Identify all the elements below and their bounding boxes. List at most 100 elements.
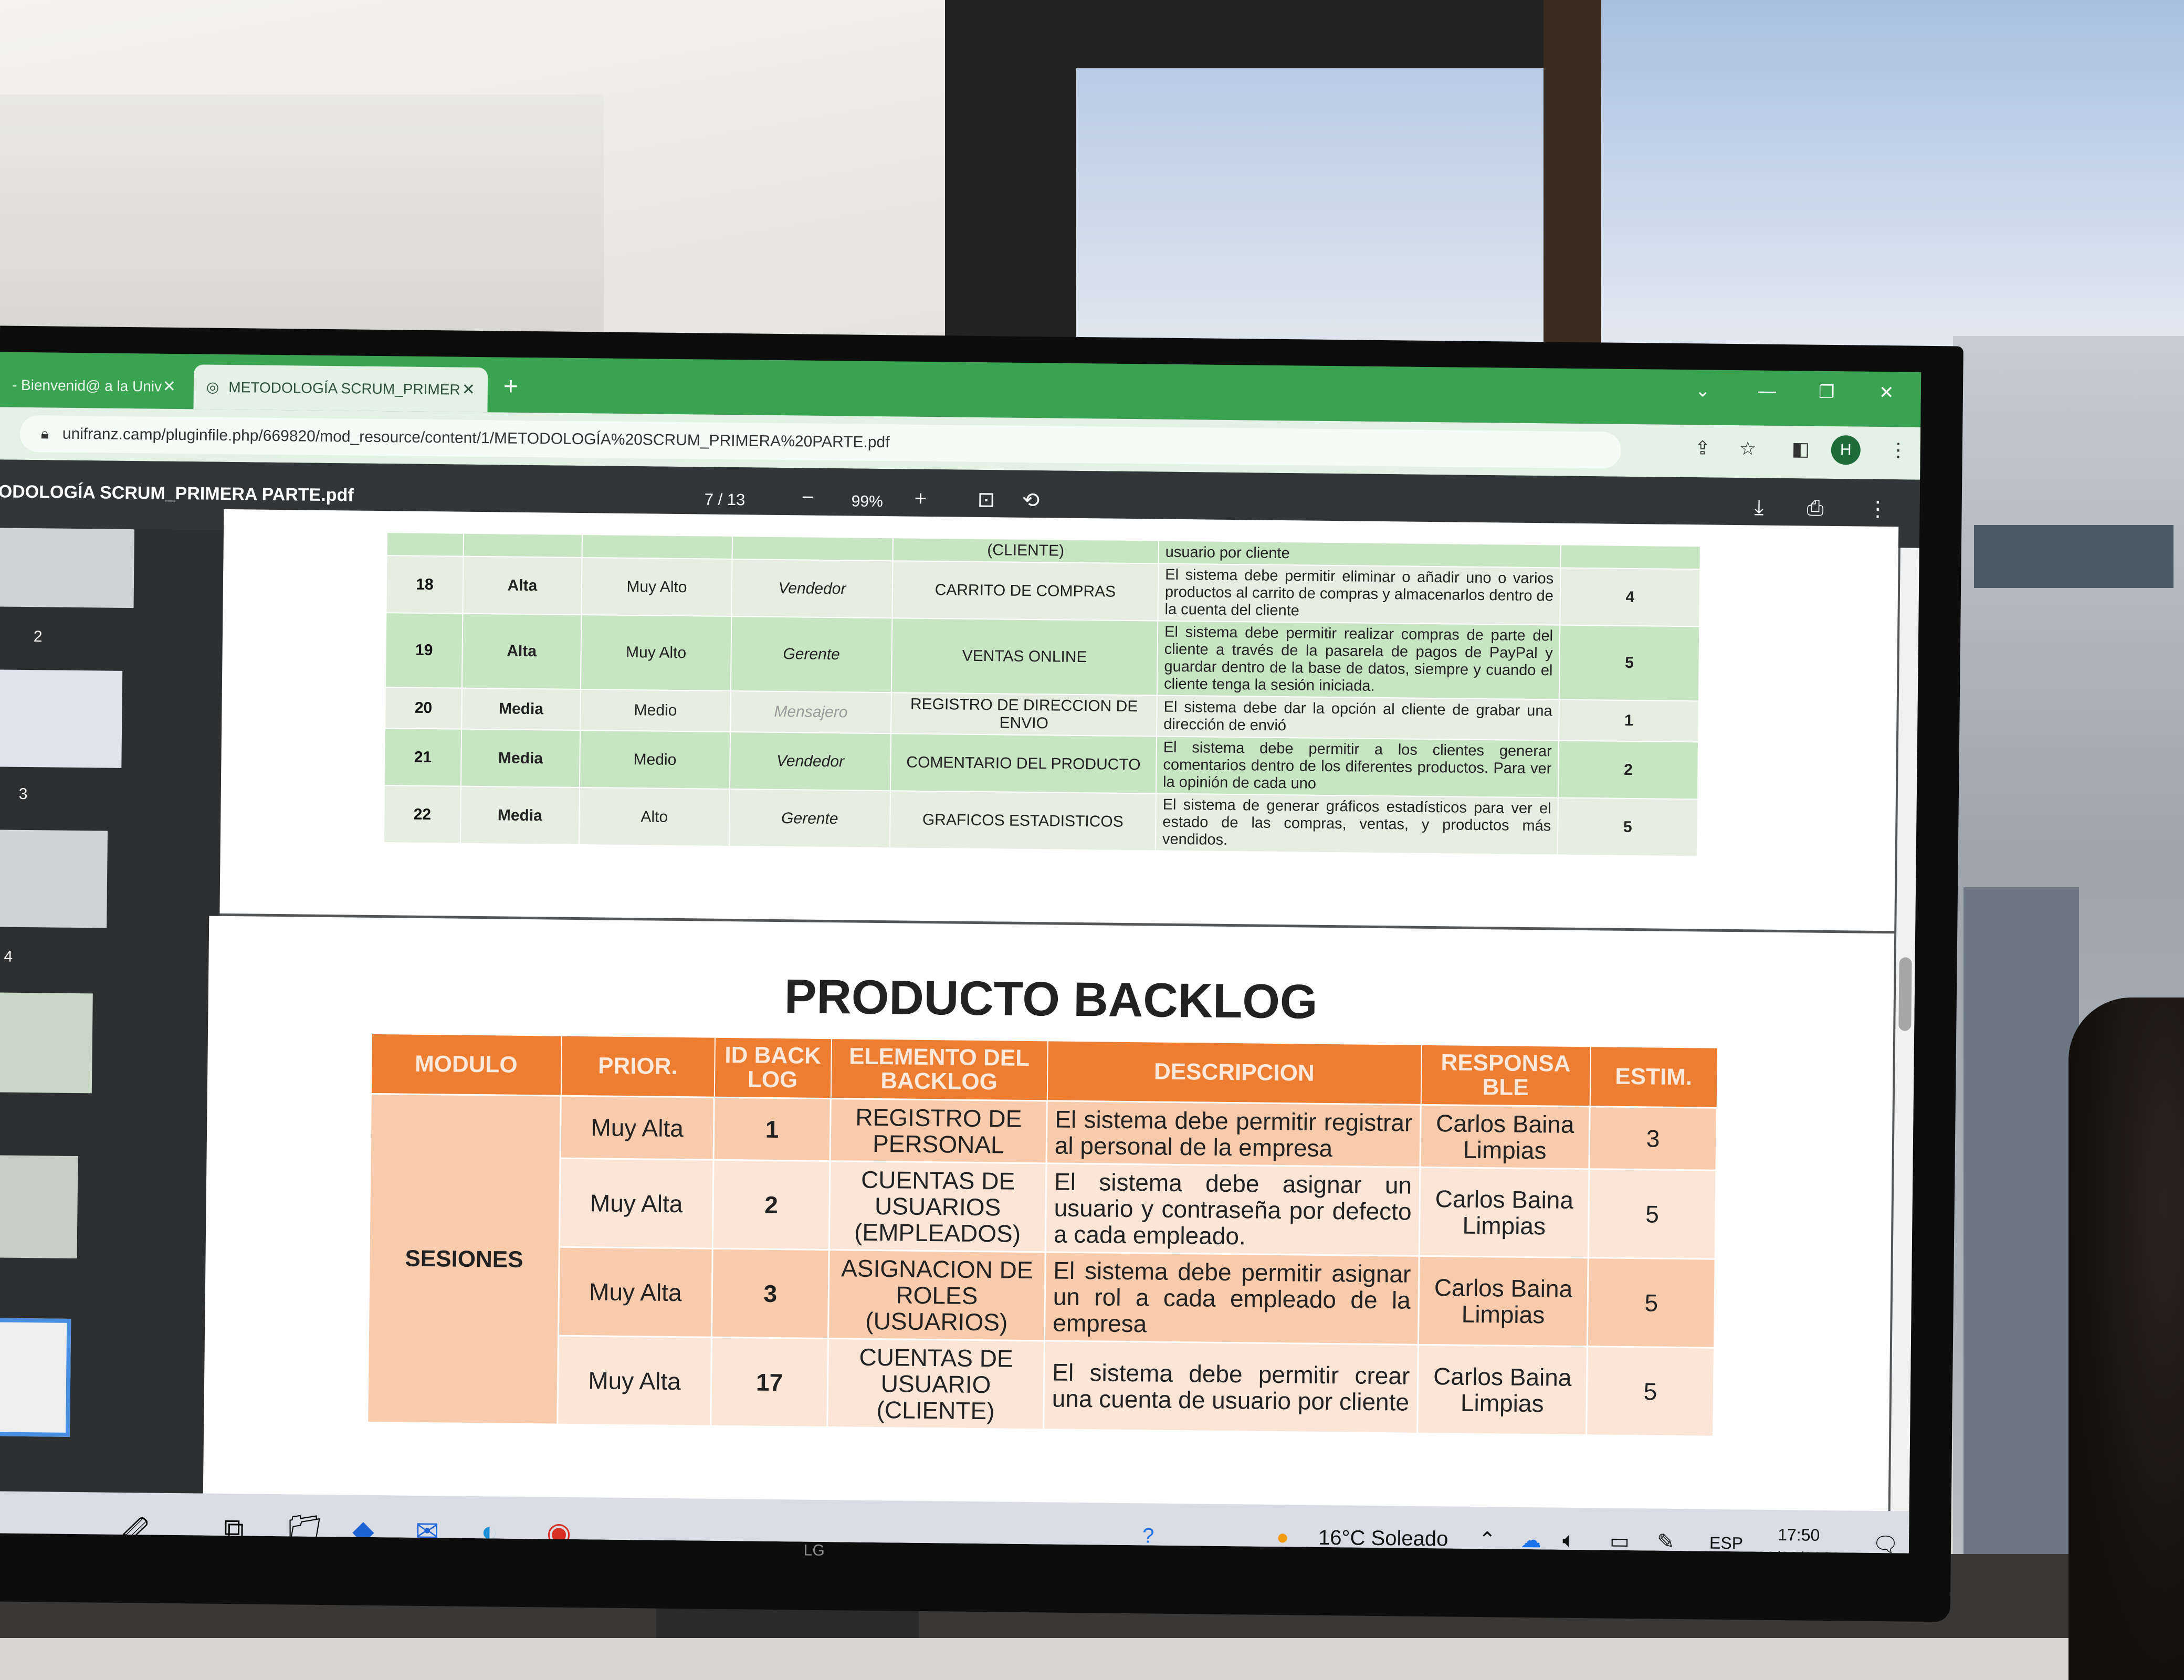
rotate-icon[interactable]: ⟲	[1022, 488, 1040, 512]
tab-label: METODOLOGÍA SCRUM_PRIMER	[228, 379, 460, 398]
chevron-down-icon[interactable]: ⌄	[1695, 380, 1710, 401]
mail-icon[interactable]: ✉	[415, 1515, 439, 1548]
row-impact: Alto	[579, 788, 730, 847]
onedrive-icon[interactable]: ☁	[1520, 1528, 1541, 1552]
thumbnail-number: 2	[33, 628, 43, 646]
tab-metodologia-scrum[interactable]: ◎ METODOLOGÍA SCRUM_PRIMER ✕	[193, 364, 488, 413]
notifications-icon[interactable]: 🗨︎	[1872, 1532, 1899, 1553]
zoom-out-icon[interactable]: −	[802, 486, 814, 509]
row-id: 19	[385, 613, 463, 688]
row-id: 22	[383, 785, 461, 844]
close-icon[interactable]: ✕	[163, 377, 176, 396]
page-title: PRODUCTO BACKLOG	[784, 970, 1318, 1029]
row-priority: Muy Alta	[559, 1158, 714, 1249]
file-explorer-icon[interactable]: 📁︎	[287, 1513, 323, 1547]
page-thumbnail[interactable]	[0, 830, 108, 928]
clock[interactable]: 17:50 23/08/2023	[1756, 1523, 1841, 1553]
row-id: 2	[712, 1160, 831, 1250]
row-estimate: 5	[1586, 1346, 1715, 1437]
row-role: Vendedor	[729, 732, 891, 791]
row-impact: Muy Alto	[581, 558, 732, 617]
url-text: unifranz.camp/pluginfile.php/669820/mod_…	[62, 425, 890, 452]
row-priority: Alta	[463, 556, 582, 615]
page-thumbnail-selected[interactable]	[0, 1318, 71, 1437]
chevron-up-icon[interactable]: ⌃	[1478, 1528, 1496, 1552]
tab-label: - Bienvenid@ a la Univ	[12, 376, 162, 395]
pen-icon[interactable]: ✎	[1657, 1530, 1675, 1553]
fit-page-icon[interactable]: ⊡	[977, 488, 995, 512]
window-sky	[1601, 0, 2184, 346]
side-panel-icon[interactable]: ◧	[1792, 438, 1810, 460]
row-description: El sistema debe permitir crear una cuent…	[1043, 1340, 1419, 1434]
battery-icon[interactable]: ▭	[1610, 1529, 1630, 1553]
scroll-thumb[interactable]	[1898, 957, 1912, 1031]
row-description: El sistema debe permitir registrar al pe…	[1046, 1100, 1421, 1168]
tab-bienvenida[interactable]: - Bienvenid@ a la Univ ✕	[0, 362, 188, 409]
row-description: El sistema debe permitir eliminar o añad…	[1158, 563, 1561, 625]
row-responsible: Carlos Baina Limpias	[1420, 1105, 1590, 1169]
avatar[interactable]: H	[1831, 435, 1861, 465]
row-role: Gerente	[729, 789, 890, 848]
dropbox-icon[interactable]: ◆	[352, 1514, 374, 1547]
kebab-menu-icon[interactable]: ⋮	[1889, 439, 1908, 461]
task-view-icon[interactable]: ⧉	[224, 1513, 244, 1546]
volume-icon[interactable]: 🔈︎	[1562, 1529, 1575, 1552]
page-thumbnail[interactable]	[0, 669, 123, 768]
time: 17:50	[1778, 1525, 1820, 1545]
monitor: - Bienvenid@ a la Univ ✕ ◎ METODOLOGÍA S…	[0, 326, 1964, 1622]
pdf-title: ODOLOGÍA SCRUM_PRIMERA PARTE.pdf	[0, 481, 354, 506]
pdf-page: PRODUCTO BACKLOG MODULO PRIOR. ID BACK L…	[202, 916, 1895, 1553]
row-estimate: 4	[1560, 568, 1700, 627]
table-row: Muy Alta 17 CUENTAS DE USUARIO (CLIENTE)…	[368, 1334, 1715, 1437]
star-icon[interactable]: ☆	[1739, 437, 1757, 459]
row-role: Mensajero	[730, 691, 891, 734]
page-thumbnail[interactable]	[0, 1155, 78, 1259]
kebab-menu-icon[interactable]: ⋮	[1867, 497, 1888, 521]
row-element: CARRITO DE COMPRAS	[892, 561, 1159, 621]
row-estimate: 3	[1589, 1106, 1717, 1171]
row-description: El sistema debe permitir a los clientes …	[1156, 736, 1559, 798]
widget-icon[interactable]: 🖉	[119, 1511, 150, 1553]
download-icon[interactable]: ⤓	[1754, 496, 1763, 519]
row-element: CUENTAS DE USUARIO (CLIENTE)	[827, 1338, 1045, 1430]
pdf-page: (CLIENTE) usuario por cliente 18 Alta Mu…	[219, 509, 1899, 931]
help-icon[interactable]: ?	[1142, 1524, 1154, 1548]
row-id: 1	[713, 1097, 831, 1161]
window-mullion	[1544, 0, 1601, 346]
zoom-in-icon[interactable]: +	[915, 487, 927, 511]
column-header: DESCRIPCION	[1047, 1041, 1422, 1105]
new-tab-button[interactable]: +	[503, 372, 519, 401]
table-row: Muy Alta 2 CUENTAS DE USUARIOS (EMPLEADO…	[369, 1156, 1716, 1259]
row-description: El sistema debe asignar un usuario y con…	[1045, 1163, 1420, 1256]
page-thumbnail[interactable]	[0, 528, 135, 608]
table-row: Muy Alta 3 ASIGNACION DE ROLES (USUARIOS…	[369, 1245, 1716, 1348]
edge-icon[interactable]: ◐	[481, 1515, 498, 1548]
print-icon[interactable]: ⎙	[1807, 496, 1823, 520]
thumbnail-number: 5	[0, 1113, 1, 1131]
page-indicator: 7 / 13	[705, 490, 746, 509]
page-current-input[interactable]: 7	[705, 490, 714, 508]
row-priority: Muy Alta	[560, 1096, 715, 1160]
weather-text[interactable]: 16°C Soleado	[1318, 1526, 1448, 1551]
row-priority: Muy Alta	[558, 1247, 713, 1338]
row-element: REGISTRO DE DIRECCION DE ENVIO	[891, 692, 1157, 737]
requirements-table: (CLIENTE) usuario por cliente 18 Alta Mu…	[383, 532, 1701, 857]
row-description: El sistema debe permitir asignar un rol …	[1044, 1252, 1420, 1345]
row-id: 17	[710, 1337, 828, 1427]
language-indicator[interactable]: ESP	[1709, 1534, 1743, 1553]
restore-icon[interactable]: ❐	[1819, 382, 1835, 403]
chrome-icon[interactable]: ◉	[546, 1516, 572, 1552]
minimize-icon[interactable]: —	[1758, 381, 1776, 401]
page-thumbnail[interactable]	[0, 992, 93, 1094]
table-row: 19 Alta Muy Alto Gerente VENTAS ONLINE E…	[385, 613, 1700, 701]
close-window-icon[interactable]: ✕	[1879, 382, 1894, 403]
share-icon[interactable]: ⇪	[1695, 437, 1711, 459]
close-icon[interactable]: ✕	[462, 381, 476, 399]
row-estimate: 1	[1558, 699, 1699, 742]
pdf-document-area: (CLIENTE) usuario por cliente 18 Alta Mu…	[202, 509, 1919, 1553]
zoom-level[interactable]: 99%	[852, 492, 883, 511]
row-priority: Muy Alta	[557, 1336, 712, 1426]
column-header: MODULO	[371, 1033, 562, 1096]
url-field[interactable]: 🔒︎ unifranz.camp/pluginfile.php/669820/m…	[19, 415, 1622, 469]
row-impact: Medio	[580, 689, 731, 732]
